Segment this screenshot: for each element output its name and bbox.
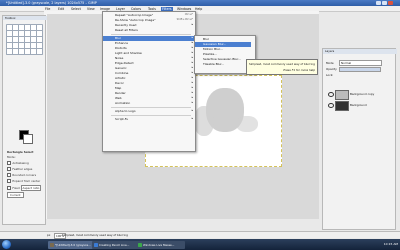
current-field[interactable]: Current [7, 192, 24, 198]
eye-icon[interactable] [328, 91, 334, 97]
menu-separator [111, 107, 191, 108]
blur-item[interactable]: Blur [195, 37, 251, 42]
gaussian-blur-tooltip: Simplest, most commonly used way of blur… [246, 59, 318, 75]
layers-lock-label: Lock: [326, 73, 334, 77]
reset-all-filters-item[interactable]: Reset all Filters [103, 28, 195, 33]
minimize-button[interactable] [376, 1, 381, 5]
checkbox-icon [7, 161, 12, 166]
layer-thumbnail [335, 89, 349, 100]
fixed-label: Fixed [12, 186, 20, 190]
filters-animation-item[interactable]: Animation ▸ [103, 101, 195, 106]
tooltip-help-hint: Press F1 for more help [283, 68, 315, 72]
fixed-option[interactable]: Fixed Aspect ratio [7, 185, 42, 191]
eye-icon[interactable] [328, 102, 334, 108]
rounded-corners-checkbox[interactable]: Rounded corners [7, 173, 37, 178]
layers-opacity-slider[interactable] [339, 67, 381, 72]
background-color-swatch[interactable] [23, 134, 33, 144]
menu-separator [111, 34, 191, 35]
filters-enhance-item[interactable]: Enhance ▸ [103, 41, 195, 46]
filters-combine-item[interactable]: Combine ▸ [103, 71, 195, 76]
browser-icon [93, 242, 98, 247]
recently-used-item[interactable]: Recently Used ▸ [103, 23, 195, 28]
layer-name: Background [350, 102, 367, 107]
tileable-blur-item[interactable]: Tileable Blur... [195, 62, 251, 67]
submenu-arrow-icon: ▸ [191, 36, 193, 39]
taskbar-messenger-button[interactable]: Windows Live Messe... [136, 240, 185, 249]
repeat-filter-item[interactable]: Repeat "Autocrop Image" Ctrl+F [103, 13, 195, 18]
checkbox-icon [7, 173, 12, 178]
filters-blur-item[interactable]: Blur ▸ [103, 36, 195, 41]
menu-separator [111, 115, 191, 116]
tool-options-title: Rectangle Select [7, 150, 34, 154]
start-button-icon[interactable] [2, 240, 11, 249]
filters-script-fu-item[interactable]: Script-Fu ▸ [103, 117, 195, 122]
layer-thumbnail [335, 100, 349, 111]
filters-artistic-item[interactable]: Artistic ▸ [103, 76, 195, 81]
rounded-corners-label: Rounded corners [12, 173, 37, 178]
gimp-icon [49, 242, 54, 247]
dodge-burn-tool-icon[interactable] [36, 48, 43, 55]
toolbox-title: Toolbox [3, 16, 47, 20]
layers-opacity-label: Opacity [326, 67, 337, 71]
close-button[interactable] [388, 1, 393, 5]
filters-map-item[interactable]: Map ▸ [103, 86, 195, 91]
checkbox-icon [7, 167, 12, 172]
fixed-dropdown[interactable]: Aspect ratio [20, 185, 42, 191]
layers-dock: Layers Mode Normal Opacity Lock: Backgro… [322, 48, 397, 230]
image-content [236, 116, 258, 132]
filters-distorts-item[interactable]: Distorts ▸ [103, 46, 195, 51]
status-message: Simplest, most commonly used way of blur… [62, 233, 128, 237]
checkbox-icon [7, 185, 12, 191]
pixelize-item[interactable]: Pixelize... [195, 52, 251, 57]
motion-blur-item[interactable]: Motion Blur... [195, 47, 251, 52]
unit-selector[interactable]: px [47, 233, 50, 237]
messenger-icon [137, 242, 142, 247]
layers-mode-dropdown[interactable]: Normal [339, 60, 382, 66]
feather-edges-label: Feather edges [12, 167, 33, 172]
image-content [194, 106, 214, 136]
layer-name: Background copy [350, 91, 375, 96]
taskbar: *[Untitled]-3.0 (graysca... Creating Pen… [0, 239, 400, 250]
window-title: *[Untitled]-3.0 (grayscale, 2 layers) 10… [6, 1, 97, 5]
status-bar: px 100% Simplest, most commonly used way… [0, 231, 400, 239]
filters-light-shadow-item[interactable]: Light and Shadow ▸ [103, 51, 195, 56]
reshow-filter-item[interactable]: Re-Show "Autocrop Image" Shift+Ctrl+F [103, 18, 195, 23]
feather-edges-checkbox[interactable]: Feather edges [7, 167, 33, 172]
filters-edge-detect-item[interactable]: Edge-Detect ▸ [103, 61, 195, 66]
filters-render-item[interactable]: Render ▸ [103, 91, 195, 96]
layers-mode-label: Mode [326, 61, 334, 65]
layer-row[interactable]: Background [327, 100, 391, 111]
antialiasing-checkbox[interactable]: Antialiasing [7, 161, 29, 166]
gaussian-blur-item[interactable]: Gaussian Blur... [195, 42, 251, 47]
selective-gaussian-blur-item[interactable]: Selective Gaussian Blur... [195, 57, 251, 62]
filters-alpha-to-logo-item[interactable]: Alpha to Logo ▸ [103, 109, 195, 114]
maximize-button[interactable] [382, 1, 387, 5]
system-clock[interactable]: 10:15 AM [384, 242, 398, 246]
taskbar-gimp-button[interactable]: *[Untitled]-3.0 (graysca... [48, 240, 97, 249]
taskbar-browser-button[interactable]: Creating Pencil Line... [92, 240, 141, 249]
toolbox-panel: Toolbox Rectangle Select Mode: Antialias… [2, 15, 47, 225]
antialiasing-label: Antialiasing [12, 161, 29, 166]
layer-row[interactable]: Background copy [327, 89, 391, 100]
filters-web-item[interactable]: Web ▸ [103, 96, 195, 101]
filters-decor-item[interactable]: Decor ▸ [103, 81, 195, 86]
layers-dock-title: Layers [323, 49, 397, 54]
filters-generic-item[interactable]: Generic ▸ [103, 66, 195, 71]
checkbox-icon [7, 179, 12, 184]
expand-from-center-label: Expand from center [12, 179, 41, 184]
tooltip-description: Simplest, most commonly used way of blur… [249, 62, 315, 66]
filters-noise-item[interactable]: Noise ▸ [103, 56, 195, 61]
filters-dropdown-menu: Repeat "Autocrop Image" Ctrl+F Re-Show "A… [102, 11, 196, 152]
mode-label: Mode: [7, 155, 16, 159]
expand-from-center-checkbox[interactable]: Expand from center [7, 179, 41, 184]
